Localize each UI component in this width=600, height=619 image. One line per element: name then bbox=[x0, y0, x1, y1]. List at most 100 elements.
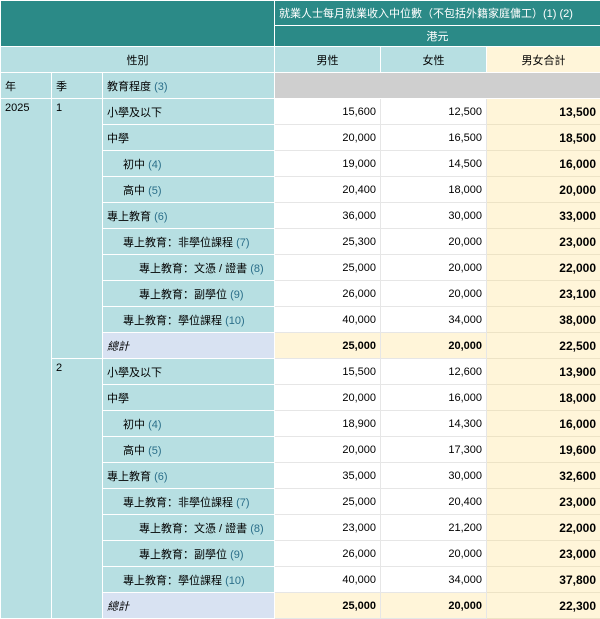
value-female: 16,500 bbox=[381, 125, 487, 151]
footnote-ref: (6) bbox=[154, 471, 167, 483]
footnote-ref: (4) bbox=[148, 419, 161, 431]
quarter-header: 季 bbox=[52, 73, 103, 99]
value-female: 17,300 bbox=[381, 437, 487, 463]
value-total: 38,000 bbox=[487, 307, 600, 333]
education-label: 專上教育：非學位課程 (7) bbox=[103, 229, 275, 255]
education-label: 專上教育：學位課程 (10) bbox=[103, 567, 275, 593]
value-female: 34,000 bbox=[381, 307, 487, 333]
value-total: 23,100 bbox=[487, 281, 600, 307]
education-label: 初中 (4) bbox=[103, 151, 275, 177]
unit-label: 港元 bbox=[275, 26, 600, 47]
footnote-ref: (9) bbox=[230, 549, 243, 561]
value-male: 40,000 bbox=[275, 307, 381, 333]
footnote-ref: (9) bbox=[230, 289, 243, 301]
value-female: 20,000 bbox=[381, 255, 487, 281]
footnote-ref: (7) bbox=[236, 497, 249, 509]
header-blank bbox=[1, 1, 275, 47]
quarter-cell: 1 bbox=[52, 99, 103, 359]
value-total: 18,500 bbox=[487, 125, 600, 151]
table-row: 2小學及以下15,50012,60013,900 bbox=[1, 359, 600, 385]
value-total: 32,600 bbox=[487, 463, 600, 489]
value-female: 21,200 bbox=[381, 515, 487, 541]
value-female: 14,300 bbox=[381, 411, 487, 437]
value-female: 18,000 bbox=[381, 177, 487, 203]
education-label: 中學 bbox=[103, 125, 275, 151]
quarter-cell: 2 bbox=[52, 359, 103, 619]
value-total: 23,000 bbox=[487, 541, 600, 567]
value-female: 14,500 bbox=[381, 151, 487, 177]
education-label: 專上教育：文憑 / 證書 (8) bbox=[103, 255, 275, 281]
footnote-ref: (10) bbox=[225, 315, 245, 327]
value-female: 34,000 bbox=[381, 567, 487, 593]
education-label: 專上教育：副學位 (9) bbox=[103, 541, 275, 567]
education-label: 高中 (5) bbox=[103, 437, 275, 463]
footnote-ref: (6) bbox=[154, 211, 167, 223]
value-male: 20,400 bbox=[275, 177, 381, 203]
income-table: 就業人士每月就業收入中位數（不包括外籍家庭傭工）(1) (2) 港元 性別 男性… bbox=[0, 0, 600, 619]
education-label: 專上教育：副學位 (9) bbox=[103, 281, 275, 307]
value-male: 18,900 bbox=[275, 411, 381, 437]
value-total: 20,000 bbox=[487, 177, 600, 203]
footnote-ref: (4) bbox=[148, 159, 161, 171]
col-female: 女性 bbox=[381, 47, 487, 73]
value-female: 20,400 bbox=[381, 489, 487, 515]
gender-label: 性別 bbox=[1, 47, 275, 73]
education-header: 教育程度 (3) bbox=[103, 73, 275, 99]
value-total: 13,500 bbox=[487, 99, 600, 125]
value-female: 20,000 bbox=[381, 281, 487, 307]
col-total: 男女合計 bbox=[487, 47, 600, 73]
value-female: 30,000 bbox=[381, 203, 487, 229]
value-female: 20,000 bbox=[381, 229, 487, 255]
value-male: 36,000 bbox=[275, 203, 381, 229]
value-total: 13,900 bbox=[487, 359, 600, 385]
value-male: 19,000 bbox=[275, 151, 381, 177]
value-female: 20,000 bbox=[381, 333, 487, 359]
education-label: 專上教育 (6) bbox=[103, 463, 275, 489]
footnote-ref: (10) bbox=[225, 575, 245, 587]
value-female: 30,000 bbox=[381, 463, 487, 489]
footnote-ref: (8) bbox=[250, 263, 263, 275]
value-male: 26,000 bbox=[275, 281, 381, 307]
education-label: 小學及以下 bbox=[103, 359, 275, 385]
value-male: 15,600 bbox=[275, 99, 381, 125]
value-male: 25,000 bbox=[275, 255, 381, 281]
education-label: 總計 bbox=[103, 333, 275, 359]
value-total: 19,600 bbox=[487, 437, 600, 463]
table-title: 就業人士每月就業收入中位數（不包括外籍家庭傭工）(1) (2) bbox=[275, 1, 600, 26]
value-male: 25,000 bbox=[275, 333, 381, 359]
education-label: 小學及以下 bbox=[103, 99, 275, 125]
header-filler bbox=[275, 73, 600, 99]
value-male: 23,000 bbox=[275, 515, 381, 541]
value-male: 15,500 bbox=[275, 359, 381, 385]
value-male: 20,000 bbox=[275, 385, 381, 411]
value-total: 18,000 bbox=[487, 385, 600, 411]
footnote-ref: (7) bbox=[236, 237, 249, 249]
value-total: 22,500 bbox=[487, 333, 600, 359]
value-total: 16,000 bbox=[487, 411, 600, 437]
value-total: 22,000 bbox=[487, 515, 600, 541]
value-total: 23,000 bbox=[487, 229, 600, 255]
footnote-ref: (5) bbox=[148, 185, 161, 197]
footnote-ref: (5) bbox=[148, 445, 161, 457]
education-label: 專上教育：學位課程 (10) bbox=[103, 307, 275, 333]
value-male: 20,000 bbox=[275, 437, 381, 463]
education-label: 初中 (4) bbox=[103, 411, 275, 437]
value-total: 22,000 bbox=[487, 255, 600, 281]
value-female: 16,000 bbox=[381, 385, 487, 411]
table-row: 20251小學及以下15,60012,50013,500 bbox=[1, 99, 600, 125]
footnote-ref: (8) bbox=[250, 523, 263, 535]
value-male: 40,000 bbox=[275, 567, 381, 593]
value-total: 16,000 bbox=[487, 151, 600, 177]
value-male: 25,000 bbox=[275, 489, 381, 515]
education-label: 高中 (5) bbox=[103, 177, 275, 203]
value-female: 12,500 bbox=[381, 99, 487, 125]
col-male: 男性 bbox=[275, 47, 381, 73]
value-female: 12,600 bbox=[381, 359, 487, 385]
value-male: 20,000 bbox=[275, 125, 381, 151]
value-total: 33,000 bbox=[487, 203, 600, 229]
value-male: 35,000 bbox=[275, 463, 381, 489]
year-cell: 2025 bbox=[1, 99, 52, 619]
value-male: 26,000 bbox=[275, 541, 381, 567]
education-label: 專上教育 (6) bbox=[103, 203, 275, 229]
education-label: 中學 bbox=[103, 385, 275, 411]
